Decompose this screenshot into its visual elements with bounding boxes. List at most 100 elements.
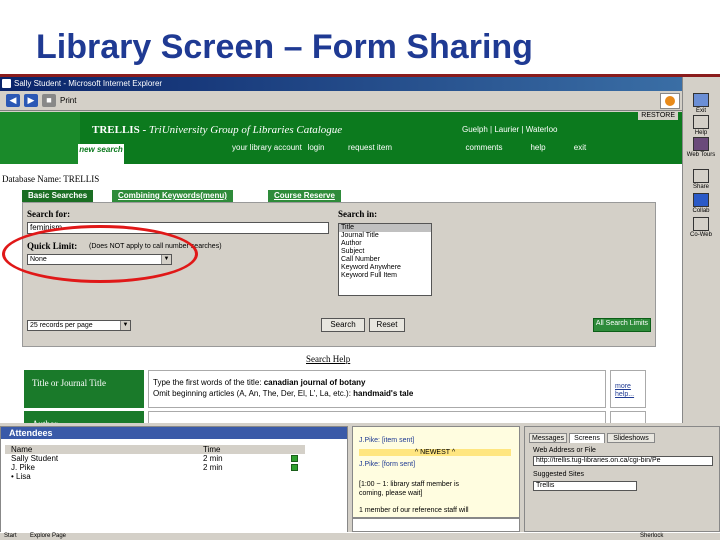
tab-messages[interactable]: Messages	[529, 433, 567, 443]
nav-library-account[interactable]: your library account	[232, 144, 302, 164]
catalogue-title-italic: TriUniversity Group of Libraries Catalog…	[148, 124, 343, 136]
catalogue-title: TRELLIS - TriUniversity Group of Librari…	[92, 124, 342, 136]
more-help-link[interactable]	[610, 411, 646, 423]
back-arrow-icon[interactable]: ◀	[6, 94, 20, 107]
side-item-label: Collab	[692, 208, 710, 214]
chevron-down-icon[interactable]: ▼	[120, 321, 130, 330]
all-search-limits-button[interactable]: All Search Limits	[593, 318, 651, 332]
shared-screens-panel: Messages Screens Slideshows Web Address …	[524, 426, 720, 532]
start-button[interactable]: Start	[4, 533, 17, 539]
message-line: J.Pike: [item sent]	[359, 437, 415, 444]
help-row-text: Type the first words of the title: canad…	[148, 370, 606, 408]
suggested-sites-select[interactable]: Trellis	[533, 481, 637, 491]
browser-toolbar: ◀ ▶ ■ Print	[0, 91, 682, 111]
web-address-field[interactable]: http://trellis.tug-libraries.on.ca/cgi-b…	[533, 456, 713, 466]
tab-slideshows[interactable]: Slideshows	[607, 433, 655, 443]
help-row-text	[148, 411, 606, 423]
print-button[interactable]: Print	[60, 96, 76, 105]
side-item-label: Co-Web	[690, 232, 712, 238]
attendees-header-row: Name Time	[5, 445, 305, 454]
help-line2: Omit beginning articles (A, An, The, Der…	[153, 389, 354, 398]
search-in-list[interactable]: Title Journal Title Author Subject Call …	[338, 223, 432, 296]
message-line: coming, please wait]	[359, 490, 423, 497]
message-input[interactable]	[352, 518, 520, 532]
side-item-co-web[interactable]: Co-Web	[684, 217, 718, 238]
message-line: 1 member of our reference staff will	[359, 507, 469, 514]
status-indicator	[291, 464, 298, 471]
nav-exit[interactable]: exit	[566, 144, 594, 164]
help-line1: Type the first words of the title:	[153, 378, 264, 387]
side-item-exit[interactable]: Exit	[684, 93, 718, 114]
attendees-panel: Attendees Name Time Sally Student 2 min …	[0, 426, 348, 540]
exit-icon	[693, 93, 709, 107]
suggested-sites-value: Trellis	[536, 482, 555, 489]
search-in-option[interactable]: Call Number	[339, 256, 431, 264]
search-in-option[interactable]: Journal Title	[339, 232, 431, 240]
side-item-label: Web Tours	[686, 152, 716, 158]
attendee-time: 2 min	[203, 454, 223, 463]
column-header[interactable]: Time	[203, 445, 220, 454]
attendee-row[interactable]: J. Pike 2 min	[5, 463, 305, 472]
search-in-label: Search in:	[338, 209, 378, 219]
share-icon	[693, 169, 709, 183]
records-per-page-select[interactable]: 25 records per page ▼	[27, 320, 131, 331]
message-log: J.Pike: [item sent] ^ NEWEST ^ J.Pike: […	[352, 426, 520, 518]
catalogue-title-main: TRELLIS -	[92, 124, 149, 136]
tab-basic-searches[interactable]: Basic Searches	[22, 190, 94, 202]
side-item-label: Help	[694, 130, 708, 136]
search-in-option[interactable]: Subject	[339, 248, 431, 256]
nav-comments[interactable]: comments	[460, 144, 508, 164]
attendee-name: • Lisa	[11, 472, 31, 481]
nav-new-search[interactable]: new search	[78, 144, 124, 164]
message-line: J.Pike: [form sent]	[359, 461, 416, 468]
web-tours-icon	[693, 137, 709, 151]
help-line1-example: canadian journal of botany	[263, 378, 366, 387]
search-in-option[interactable]: Keyword Anywhere	[339, 264, 431, 272]
attendee-row[interactable]: Sally Student 2 min	[5, 454, 305, 463]
slide-title: Library Screen – Form Sharing	[36, 28, 533, 66]
help-row-key: Title or Journal Title	[24, 370, 144, 408]
more-help-link[interactable]: more help...	[610, 370, 646, 408]
search-button[interactable]: Search	[321, 318, 365, 332]
side-item-help[interactable]: Help	[684, 115, 718, 136]
attendees-title: Attendees	[1, 427, 347, 439]
reset-button[interactable]: Reset	[369, 318, 405, 332]
attendee-name: Sally Student	[11, 454, 59, 463]
nav-login[interactable]: login	[300, 144, 332, 164]
stop-icon[interactable]: ■	[42, 94, 56, 107]
taskbar-item[interactable]: Explore Page	[30, 533, 66, 539]
trellis-logo	[0, 112, 80, 164]
forward-arrow-icon[interactable]: ▶	[24, 94, 38, 107]
message-line: [1:00 ~ 1: library staff member is	[359, 481, 460, 488]
tab-screens[interactable]: Screens	[569, 433, 605, 443]
attendee-row[interactable]: • Lisa	[5, 472, 305, 481]
suggested-sites-label: Suggested Sites	[533, 471, 584, 478]
attendee-time: 2 min	[203, 463, 223, 472]
browser-app-icon	[2, 79, 11, 88]
side-item-label: Share	[692, 184, 709, 190]
search-in-option[interactable]: Author	[339, 240, 431, 248]
nav-request-item[interactable]: request item	[348, 144, 392, 164]
nav-help[interactable]: help	[524, 144, 552, 164]
search-in-option[interactable]: Title	[339, 224, 431, 232]
search-help-link[interactable]: Search Help	[306, 354, 350, 364]
restore-button[interactable]: RESTORE	[638, 112, 678, 120]
column-header[interactable]: Name	[11, 445, 32, 454]
attendee-name: J. Pike	[11, 463, 36, 472]
help-row-key: Author	[24, 411, 144, 423]
highlight-circle	[2, 225, 198, 283]
side-item-share[interactable]: Share	[684, 169, 718, 190]
tab-course-reserve[interactable]: Course Reserve	[268, 190, 341, 202]
tab-combining-keywords[interactable]: Combining Keywords(menu)	[112, 190, 233, 202]
browser-title-bar: Sally Student - Microsoft Internet Explo…	[0, 77, 682, 91]
newest-marker: ^ NEWEST ^	[359, 449, 511, 456]
help-line2-example: handmaid's tale	[353, 389, 414, 398]
ie-logo-icon	[660, 93, 680, 109]
side-item-collab[interactable]: Collab	[684, 193, 718, 214]
status-indicator	[291, 455, 298, 462]
co-web-icon	[693, 217, 709, 231]
search-in-option[interactable]: Keyword Full Item	[339, 272, 431, 280]
attendees-table: Name Time Sally Student 2 min J. Pike 2 …	[5, 445, 305, 481]
side-item-web-tours[interactable]: Web Tours	[684, 137, 718, 158]
help-row: Author	[24, 411, 646, 423]
